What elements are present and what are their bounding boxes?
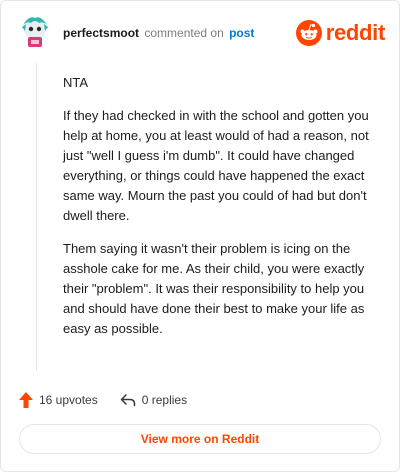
comment-header: perfectsmoot commented on post reddit: [19, 13, 385, 53]
username[interactable]: perfectsmoot: [63, 26, 139, 40]
reddit-icon: [295, 20, 322, 46]
byline: perfectsmoot commented on post: [63, 26, 254, 40]
comment-actions: 16 upvotes 0 replies: [19, 389, 187, 411]
brand-wordmark: reddit: [325, 20, 386, 45]
avatar[interactable]: [19, 15, 51, 51]
comment-card: perfectsmoot commented on post reddit NT…: [0, 0, 400, 472]
reddit-logo[interactable]: reddit: [295, 19, 386, 47]
comment-body: NTA If they had checked in with the scho…: [63, 73, 381, 352]
replies-count: 0 replies: [141, 393, 188, 407]
action-text: commented on: [144, 26, 224, 40]
view-more-button[interactable]: View more on Reddit: [19, 424, 381, 454]
comment-paragraph: Them saying it wasn't their problem is i…: [63, 241, 365, 336]
reply-arrow-icon: [120, 394, 135, 407]
comment-paragraph: NTA: [63, 75, 89, 90]
post-link[interactable]: post: [229, 26, 254, 40]
comment-paragraph: If they had checked in with the school a…: [63, 108, 369, 223]
upvotes-count: 16 upvotes: [39, 393, 98, 407]
replies-button[interactable]: 0 replies: [120, 393, 187, 407]
thread-line: [36, 63, 37, 371]
upvote-button[interactable]: 16 upvotes: [19, 392, 98, 408]
upvote-arrow-icon: [19, 392, 33, 408]
